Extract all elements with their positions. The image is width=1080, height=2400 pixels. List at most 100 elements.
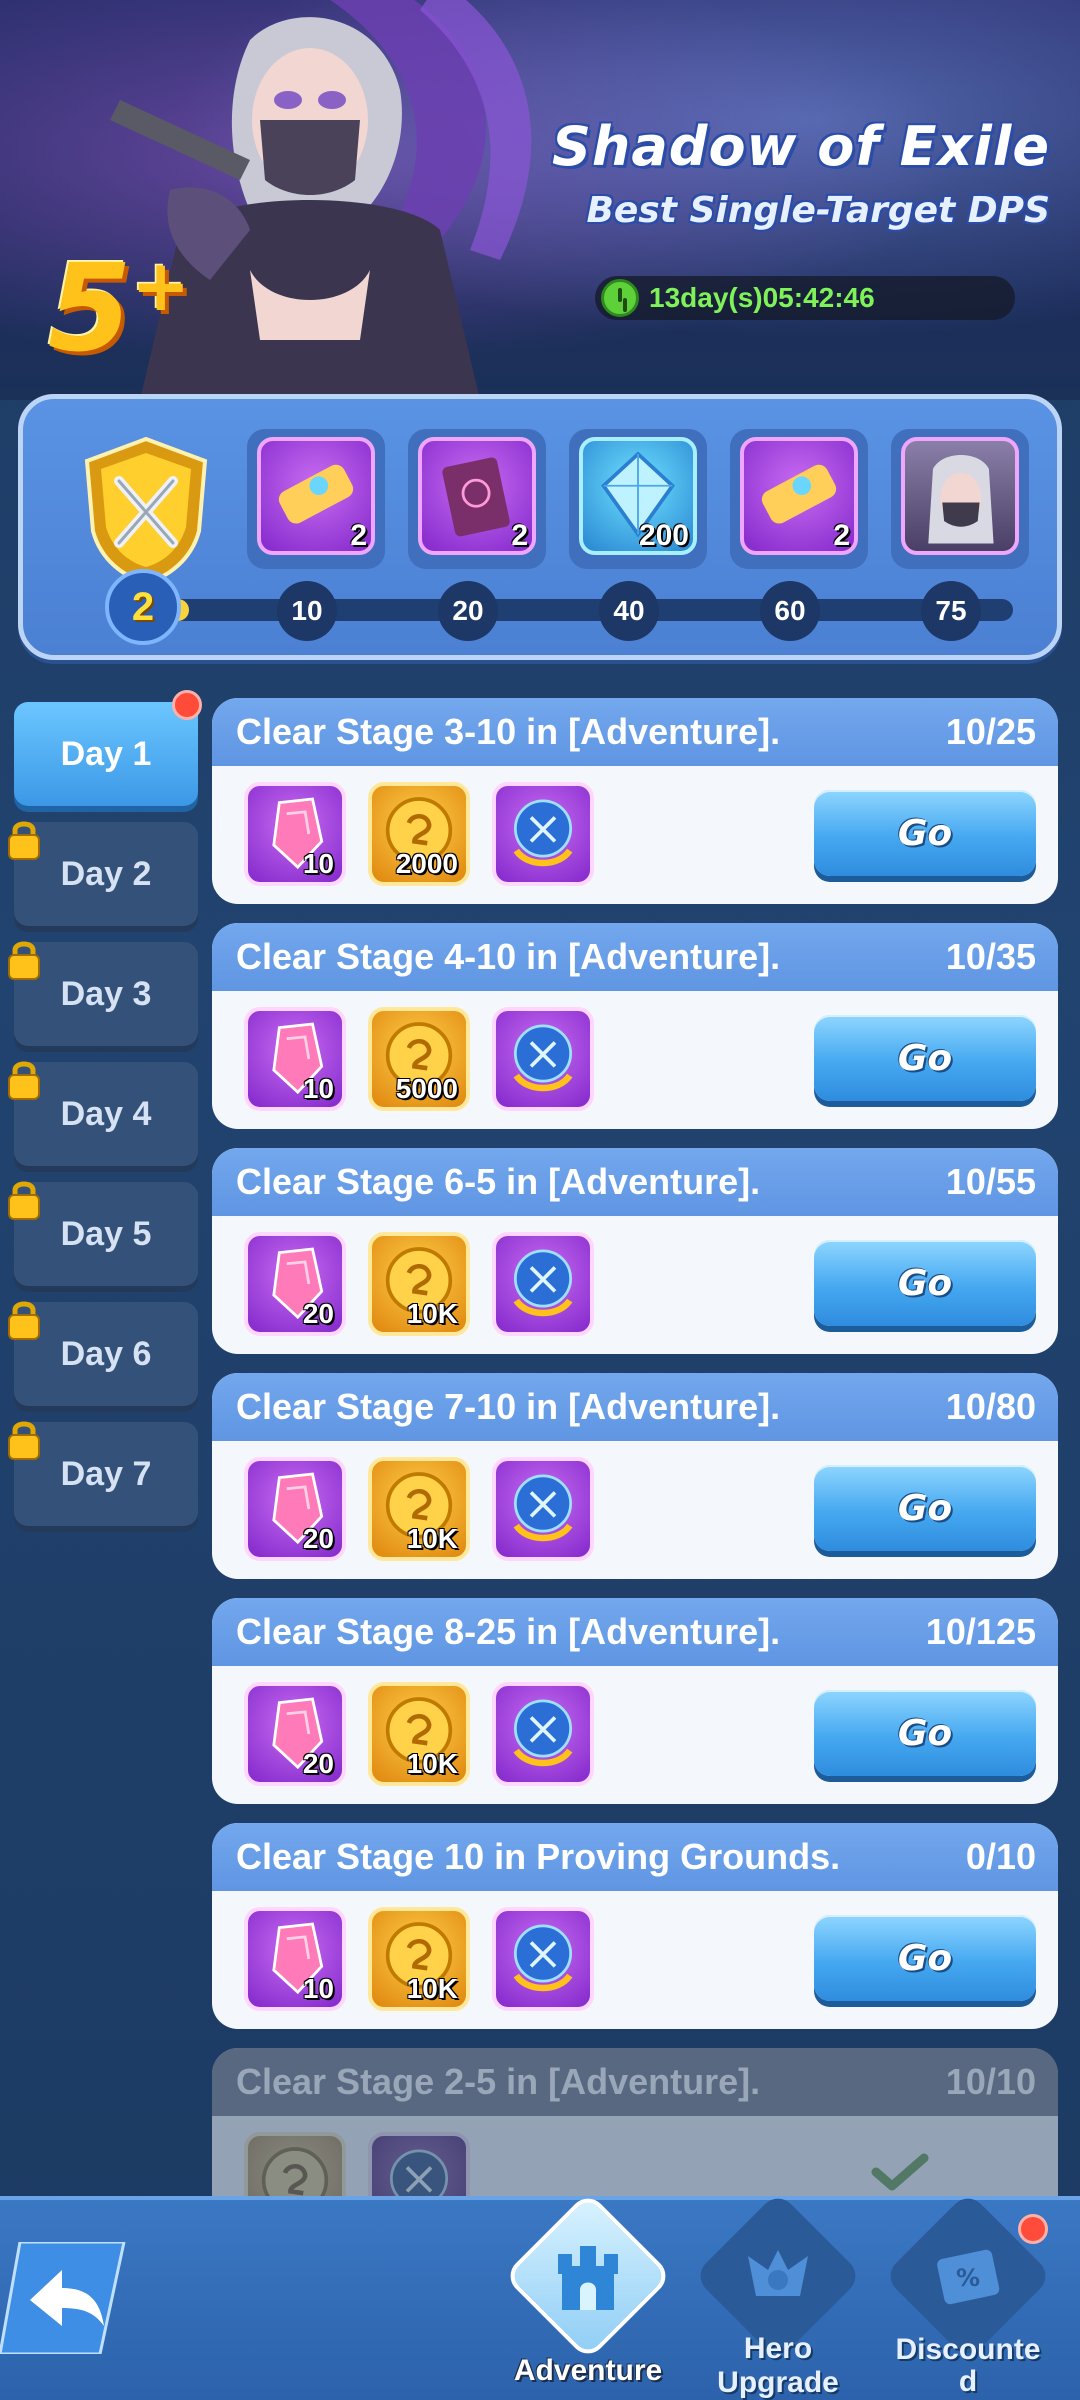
reward-amount: 10K [406, 1298, 458, 1329]
tab-day-1[interactable]: Day 1 [14, 690, 202, 806]
gold-coin-icon[interactable]: 10K [368, 1457, 470, 1561]
lock-icon [8, 1421, 40, 1460]
pink-crystal-icon[interactable]: 10 [244, 782, 346, 886]
tab-day-3[interactable]: Day 3 [8, 941, 198, 1046]
gold-coin-icon[interactable]: 5000 [368, 1007, 470, 1111]
gold-coin-icon[interactable]: 2000 [368, 782, 470, 886]
nav-label: Adventure [513, 2354, 663, 2387]
task-header: Clear Stage 7-10 in [Adventure]. 10/80 [212, 1373, 1058, 1441]
milestone-10: 10 [277, 581, 337, 641]
reward-qty: 200 [638, 519, 689, 552]
reward-amount: 20 [302, 1298, 334, 1329]
go-button[interactable]: Go [814, 790, 1036, 876]
blue-orb-icon[interactable] [492, 1682, 594, 1786]
reward-amount: 20 [302, 1748, 334, 1779]
task-body: 20 10K Go [212, 1441, 1058, 1579]
pink-crystal-icon[interactable]: 10 [244, 1907, 346, 2011]
back-arrow-icon[interactable] [0, 2242, 128, 2354]
tab-day-2[interactable]: Day 2 [8, 821, 198, 926]
task-progress: 10/125 [925, 1611, 1036, 1652]
milestone-60: 60 [760, 581, 820, 641]
pink-crystal-icon[interactable]: 20 [244, 1457, 346, 1561]
blue-orb-icon[interactable] [492, 1907, 594, 2011]
blue-orb-icon[interactable] [492, 1457, 594, 1561]
go-button[interactable]: Go [814, 1915, 1036, 2001]
tab-day-7[interactable]: Day 7 [8, 1421, 198, 1526]
milestone-reward-5[interactable] [891, 429, 1029, 569]
star-rank-badge: 5+ [48, 240, 191, 379]
pink-crystal-icon[interactable]: 10 [244, 1007, 346, 1111]
task-header: Clear Stage 10 in Proving Grounds. 0/10 [212, 1823, 1058, 1891]
task-header: Clear Stage 2-5 in [Adventure]. 10/10 [212, 2048, 1058, 2116]
tab-day-6[interactable]: Day 6 [8, 1301, 198, 1406]
nav-hero-upgrade[interactable]: Hero Upgrade [688, 2191, 868, 2400]
milestone-reward-2[interactable]: 2 [408, 429, 546, 569]
reward-qty: 2 [511, 519, 528, 552]
event-timer: 13day(s)05:42:46 [595, 276, 1015, 320]
gold-coin-icon[interactable]: 10K [368, 1682, 470, 1786]
lock-icon [8, 941, 40, 980]
reward-amount: 20 [302, 1523, 334, 1554]
nav-label-line2: d [958, 2365, 978, 2398]
task-progress: 10/35 [945, 936, 1036, 977]
castle-icon [558, 2246, 618, 2310]
svg-text:%: % [956, 2264, 980, 2292]
task-progress: 0/10 [965, 1836, 1036, 1877]
blue-orb-icon[interactable] [492, 782, 594, 886]
blue-orb-icon[interactable] [492, 1232, 594, 1336]
tab-day-4[interactable]: Day 4 [8, 1061, 198, 1166]
task-body: 20 10K Go [212, 1666, 1058, 1804]
nav-discounted[interactable]: % Discounte d [878, 2191, 1058, 2400]
tab-label: Day 5 [60, 1214, 152, 1253]
task-body: 20 10K Go [212, 1216, 1058, 1354]
milestone-75: 75 [921, 581, 981, 641]
hero-upgrade-icon [748, 2250, 808, 2296]
task-card: Clear Stage 4-10 in [Adventure]. 10/35 10 5… [212, 923, 1058, 1129]
shield-swords-icon[interactable] [81, 435, 211, 585]
task-progress: 10/25 [945, 711, 1036, 752]
go-button[interactable]: Go [814, 1690, 1036, 1776]
reward-amount: 2000 [395, 848, 458, 879]
notification-dot [172, 690, 202, 720]
pink-crystal-icon[interactable]: 20 [244, 1682, 346, 1786]
bottom-nav: Adventure Hero Upgrade % Discounte d [0, 2191, 1080, 2400]
tab-label: Day 4 [60, 1094, 152, 1133]
task-card: Clear Stage 6-5 in [Adventure]. 10/55 20 10… [212, 1148, 1058, 1354]
tab-day-5[interactable]: Day 5 [8, 1181, 198, 1286]
nav-adventure[interactable]: Adventure [498, 2191, 678, 2400]
task-progress: 10/80 [945, 1386, 1036, 1427]
task-card: Clear Stage 8-25 in [Adventure]. 10/125 20… [212, 1598, 1058, 1804]
milestone-reward-3[interactable]: 200 [569, 429, 707, 569]
blue-orb-icon[interactable] [492, 1007, 594, 1111]
reward-qty: 2 [350, 519, 367, 552]
go-button[interactable]: Go [814, 1240, 1036, 1326]
go-button[interactable]: Go [814, 1015, 1036, 1101]
lock-icon [8, 821, 40, 860]
milestone-reward-4[interactable]: 2 [730, 429, 868, 569]
reward-amount: 10 [302, 848, 334, 879]
hero-portrait-icon [901, 437, 1019, 555]
gold-coin-icon[interactable]: 10K [368, 1232, 470, 1336]
reward-amount: 10K [406, 1748, 458, 1779]
tab-label: Day 1 [60, 734, 152, 773]
lock-icon [8, 1301, 40, 1340]
task-progress: 10/10 [945, 2061, 1036, 2102]
task-card: Clear Stage 7-10 in [Adventure]. 10/80 20 1… [212, 1373, 1058, 1579]
tab-label: Day 7 [60, 1454, 152, 1493]
task-title: Clear Stage 6-5 in [Adventure]. [236, 1161, 761, 1202]
task-body: 10 10K Go [212, 1891, 1058, 2029]
task-title: Clear Stage 3-10 in [Adventure]. [236, 711, 781, 752]
go-button[interactable]: Go [814, 1465, 1036, 1551]
task-body: 10 5000 Go [212, 991, 1058, 1129]
gold-coin-icon[interactable]: 10K [368, 1907, 470, 2011]
pink-crystal-icon[interactable]: 20 [244, 1232, 346, 1336]
task-body: 10 2000 Go [212, 766, 1058, 904]
lock-icon [8, 1061, 40, 1100]
nav-label-line1: Hero [743, 2332, 813, 2365]
milestone-reward-1[interactable]: 2 [247, 429, 385, 569]
tab-label: Day 2 [60, 854, 152, 893]
milestone-20: 20 [438, 581, 498, 641]
reward-amount: 10K [406, 1973, 458, 2004]
reward-amount: 10 [302, 1973, 334, 2004]
current-points: 2 [105, 569, 181, 645]
